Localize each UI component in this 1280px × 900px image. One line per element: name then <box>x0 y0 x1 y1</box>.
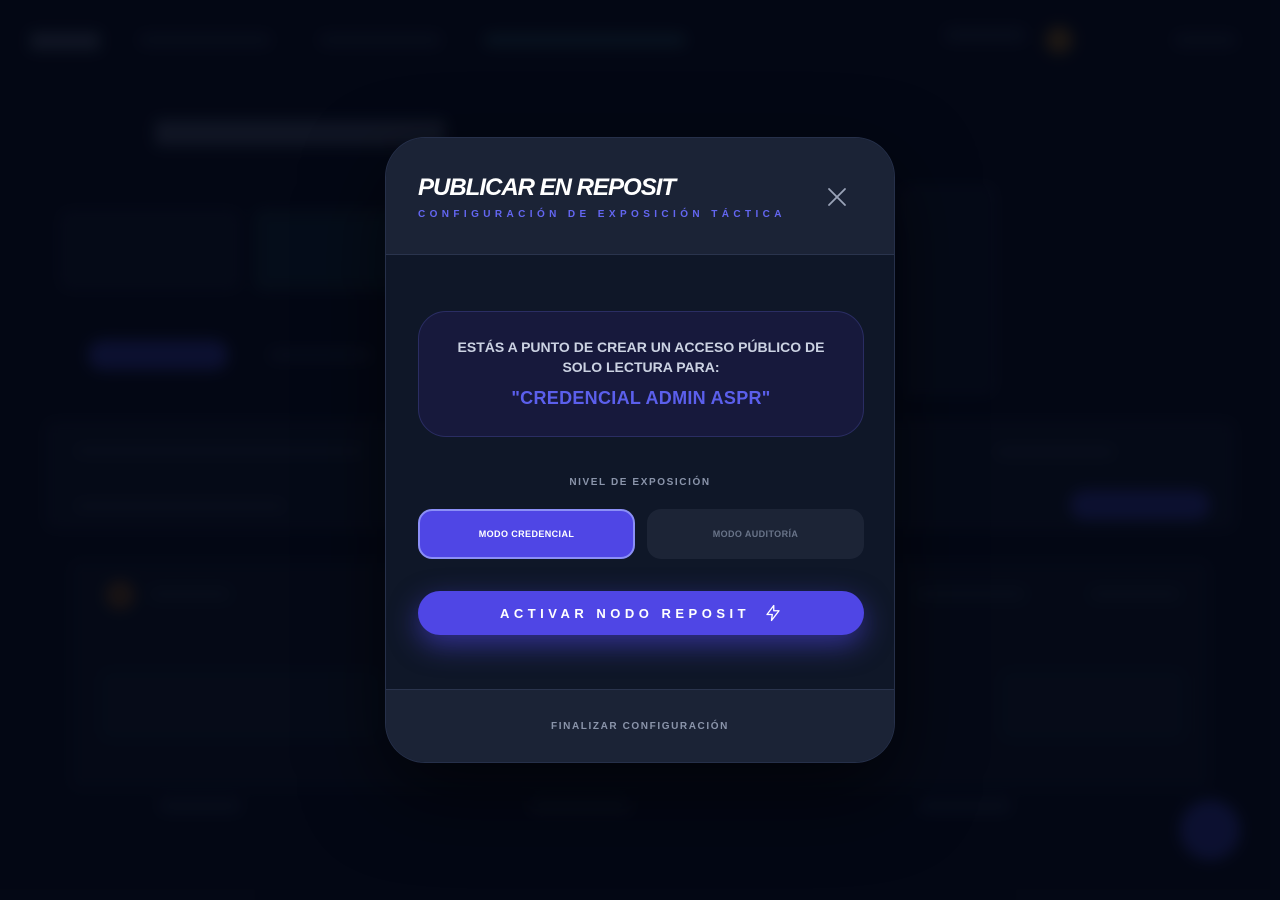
exposure-level-label: NIVEL DE EXPOSICIÓN <box>569 477 711 488</box>
modal-footer: FINALIZAR CONFIGURACIÓN <box>386 689 894 762</box>
info-card: ESTÁS A PUNTO DE CREAR UN ACCESO PÚBLICO… <box>418 311 864 437</box>
activate-node-button[interactable]: ACTIVAR NODO REPOSIT <box>418 591 864 635</box>
lightning-icon <box>766 604 780 622</box>
info-message: ESTÁS A PUNTO DE CREAR UN ACCESO PÚBLICO… <box>457 339 825 375</box>
modal-subtitle: CONFIGURACIÓN DE EXPOSICIÓN TÁCTICA <box>418 209 786 220</box>
mode-credencial-button[interactable]: MODO CREDENCIAL <box>418 509 635 559</box>
info-target-name: "CREDENCIAL ADMIN ASPR" <box>511 388 771 408</box>
activate-button-label: ACTIVAR NODO REPOSIT <box>499 605 751 621</box>
close-icon <box>828 188 846 206</box>
close-button[interactable] <box>823 183 851 211</box>
modal-title: PUBLICAR EN REPOSIT <box>418 174 676 201</box>
publish-modal: PUBLICAR EN REPOSIT CONFIGURACIÓN DE EXP… <box>385 137 895 763</box>
mode-auditoria-button[interactable]: MODO AUDITORÍA <box>647 509 864 559</box>
finalize-config-button[interactable]: FINALIZAR CONFIGURACIÓN <box>551 721 729 732</box>
modal-header: PUBLICAR EN REPOSIT CONFIGURACIÓN DE EXP… <box>386 138 894 255</box>
